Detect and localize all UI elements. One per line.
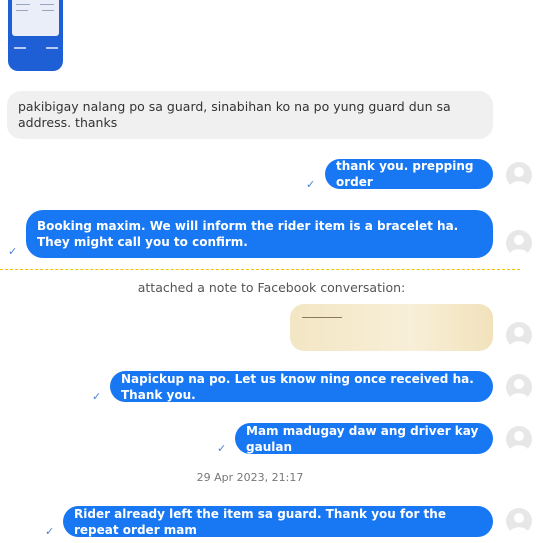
image-attachment-thumbnail[interactable]	[8, 0, 63, 71]
outgoing-message-text: Mam madugay daw ang driver kay gaulan	[246, 423, 479, 454]
note-preview-stroke	[302, 317, 342, 318]
avatar-icon[interactable]	[506, 508, 532, 534]
note-attachment-bubble[interactable]	[290, 304, 493, 351]
incoming-message-text: pakibigay nalang po sa guard, sinabihan …	[18, 99, 451, 130]
read-check-icon: ✓	[45, 525, 55, 538]
outgoing-message-bubble: Napickup na po. Let us know ning once re…	[110, 371, 493, 402]
outgoing-message-text: Rider already left the item sa guard. Th…	[74, 506, 446, 537]
note-divider	[0, 269, 520, 270]
read-check-icon: ✓	[8, 245, 18, 258]
timestamp: 29 Apr 2023, 21:17	[196, 471, 304, 484]
read-check-icon: ✓	[92, 390, 102, 403]
avatar-icon[interactable]	[506, 162, 532, 188]
avatar-icon[interactable]	[506, 374, 532, 400]
avatar-icon[interactable]	[506, 322, 532, 348]
avatar-icon[interactable]	[506, 426, 532, 452]
receipt-preview	[12, 0, 59, 36]
outgoing-message-text: Napickup na po. Let us know ning once re…	[121, 371, 474, 402]
outgoing-message-bubble: Rider already left the item sa guard. Th…	[63, 506, 493, 537]
read-check-icon: ✓	[217, 442, 227, 455]
outgoing-message-text: Booking maxim. We will inform the rider …	[37, 219, 459, 249]
thumbnail-footer	[14, 47, 58, 50]
outgoing-message-bubble: thank you. prepping order	[325, 159, 493, 189]
note-event-text: attached a note to Facebook conversation…	[137, 280, 406, 295]
avatar-icon[interactable]	[506, 230, 532, 256]
outgoing-message-bubble: Booking maxim. We will inform the rider …	[26, 210, 493, 258]
outgoing-message-bubble: Mam madugay daw ang driver kay gaulan	[235, 423, 493, 454]
read-check-icon: ✓	[306, 178, 316, 191]
incoming-message-bubble: pakibigay nalang po sa guard, sinabihan …	[7, 91, 493, 139]
outgoing-message-text: thank you. prepping order	[336, 159, 474, 189]
